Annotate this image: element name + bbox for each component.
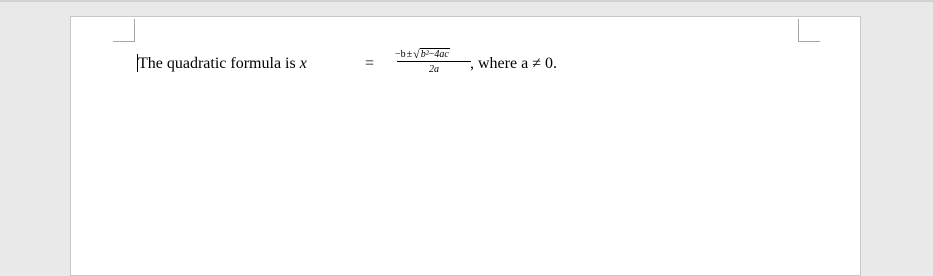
margin-corner-top-right xyxy=(798,19,820,42)
radicand: b²−4ac xyxy=(419,48,450,60)
document-paragraph[interactable]: The quadratic formula is x = −b±√b²−4ac … xyxy=(137,48,737,77)
numerator-neg-b: −b xyxy=(395,49,406,60)
equals-sign: = xyxy=(365,55,375,72)
radicand-b-squared: b² xyxy=(420,49,429,60)
square-root-symbol: √ xyxy=(413,47,420,61)
paragraph-text-before: The quadratic formula is x xyxy=(138,56,307,72)
fraction-numerator: −b±√b²−4ac xyxy=(395,47,473,61)
text-before: The quadratic formula is xyxy=(138,55,300,72)
formula-variable-x: x xyxy=(299,55,307,72)
document-page[interactable]: The quadratic formula is x = −b±√b²−4ac … xyxy=(70,16,861,276)
window-top-border xyxy=(0,0,933,2)
margin-corner-top-left xyxy=(113,19,135,42)
numerator-plus-minus: ± xyxy=(406,49,413,60)
radicand-four-ac: 4ac xyxy=(434,49,449,60)
fraction-denominator: 2a xyxy=(429,64,439,75)
quadratic-fraction[interactable]: −b±√b²−4ac 2a xyxy=(395,47,473,77)
fraction-bar xyxy=(397,61,471,62)
paragraph-text-after: , where a ≠ 0. xyxy=(470,55,557,72)
